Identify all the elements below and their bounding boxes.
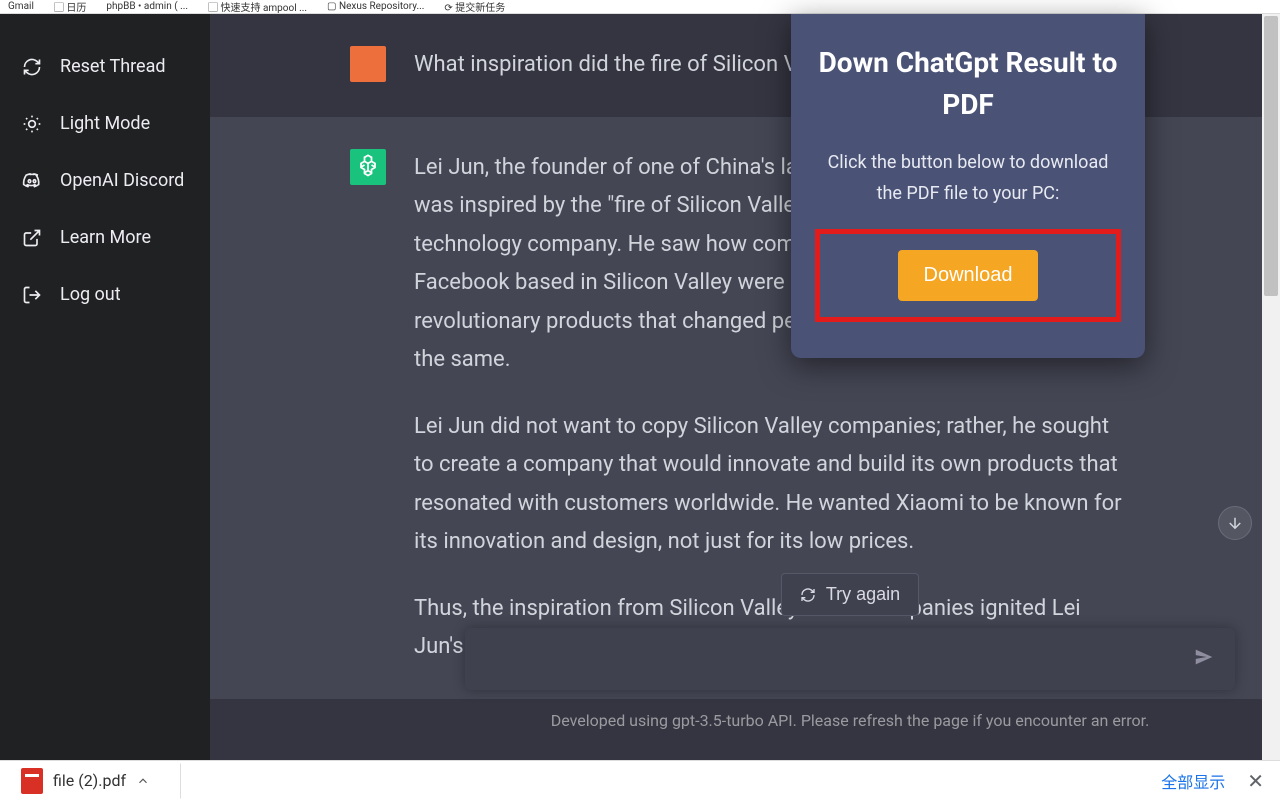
external-link-icon [22, 228, 42, 248]
download-item[interactable]: file (2).pdf [16, 763, 181, 799]
message-input[interactable] [485, 649, 1193, 670]
try-again-button[interactable]: Try again [781, 573, 919, 616]
popup-button-highlight: Download [815, 229, 1121, 322]
refresh-icon [22, 57, 42, 77]
openai-logo-icon [354, 153, 382, 181]
sidebar-item-label: Light Mode [60, 113, 150, 134]
sidebar-item-label: OpenAI Discord [60, 170, 184, 191]
download-button[interactable]: Download [898, 250, 1039, 301]
assistant-avatar [350, 149, 386, 185]
sidebar-item-light-mode[interactable]: Light Mode [0, 95, 210, 152]
sidebar-item-learn-more[interactable]: Learn More [0, 209, 210, 266]
discord-icon [22, 171, 42, 191]
close-download-shelf[interactable]: ✕ [1247, 769, 1264, 793]
footer-text: Developed using gpt-3.5-turbo API. Pleas… [420, 711, 1280, 730]
popup-title: Down ChatGpt Result to PDF [815, 42, 1121, 126]
sidebar-item-reset-thread[interactable]: Reset Thread [0, 38, 210, 95]
sidebar-item-logout[interactable]: Log out [0, 266, 210, 323]
browser-download-shelf: file (2).pdf 全部显示 ✕ [0, 760, 1280, 800]
show-all-downloads[interactable]: 全部显示 [1161, 769, 1225, 793]
scroll-down-button[interactable] [1218, 506, 1252, 540]
logout-icon [22, 285, 42, 305]
download-filename: file (2).pdf [53, 771, 126, 790]
sidebar-item-label: Learn More [60, 227, 151, 248]
sidebar-item-label: Reset Thread [60, 56, 166, 77]
refresh-icon [800, 587, 816, 603]
sidebar-item-label: Log out [60, 284, 121, 305]
arrow-down-icon [1226, 514, 1244, 532]
pdf-file-icon [21, 768, 43, 794]
popup-subtitle: Click the button below to download the P… [815, 148, 1121, 209]
message-input-bar[interactable] [465, 628, 1235, 690]
sidebar: Reset Thread Light Mode OpenAI Discord L… [0, 14, 210, 760]
send-button[interactable] [1193, 646, 1215, 672]
scrollbar-thumb[interactable] [1264, 16, 1278, 296]
download-pdf-popup: Down ChatGpt Result to PDF Click the but… [791, 14, 1145, 358]
chevron-up-icon [136, 774, 150, 788]
send-icon [1193, 646, 1215, 668]
sidebar-item-discord[interactable]: OpenAI Discord [0, 152, 210, 209]
user-avatar [350, 46, 386, 82]
browser-bookmarks-bar: Gmail▢ 日历phpBB • admin ( ...▢ 快速支持 ampoo… [0, 0, 1280, 14]
page-scrollbar[interactable]: ▲ [1262, 14, 1280, 760]
sun-icon [22, 114, 42, 134]
